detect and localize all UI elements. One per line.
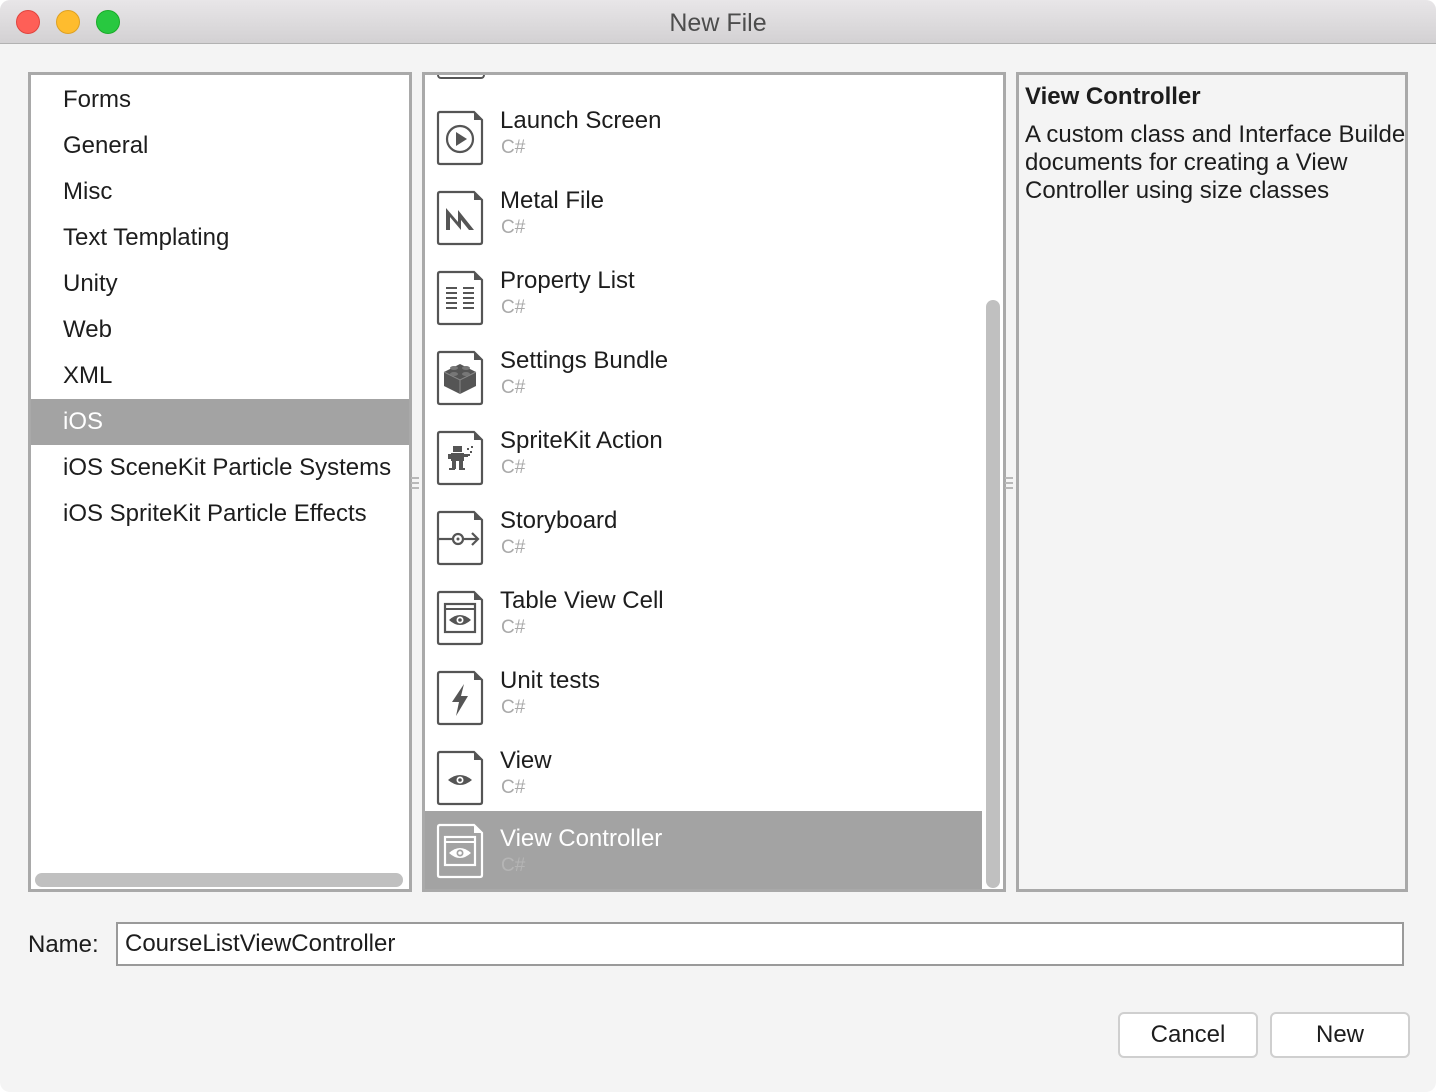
template-language: C# bbox=[501, 617, 526, 638]
category-item-unity[interactable]: Unity bbox=[31, 261, 409, 307]
template-language: C# bbox=[501, 697, 526, 718]
template-language: C# bbox=[501, 537, 526, 558]
template-item-table-view-cell[interactable]: Table View Cell C# bbox=[425, 583, 982, 663]
category-item-web[interactable]: Web bbox=[31, 307, 409, 353]
description-panel: View Controller A custom class and Inter… bbox=[1016, 72, 1408, 892]
name-label: Name: bbox=[28, 931, 99, 958]
template-item-property-list[interactable]: Property List C# bbox=[425, 263, 982, 343]
description-title: View Controller bbox=[1025, 83, 1201, 110]
splitter-handle-right[interactable] bbox=[1005, 477, 1013, 489]
window-title: New File bbox=[669, 9, 767, 37]
template-language: C# bbox=[501, 855, 526, 876]
template-name: View bbox=[500, 747, 552, 774]
category-item-ios[interactable]: iOS bbox=[31, 399, 409, 445]
template-name: Unit tests bbox=[500, 667, 601, 694]
sprite-character-icon bbox=[436, 430, 484, 486]
template-name: Launch Screen bbox=[500, 107, 662, 134]
window-eye-icon bbox=[436, 823, 484, 879]
category-item-xml[interactable]: XML bbox=[31, 353, 409, 399]
eye-icon bbox=[436, 750, 484, 806]
category-item-general[interactable]: General bbox=[31, 123, 409, 169]
template-item-view-controller[interactable]: View Controller C# bbox=[425, 811, 982, 889]
template-name: View Controller bbox=[500, 825, 663, 852]
template-name: Settings Bundle bbox=[500, 347, 669, 374]
template-list[interactable]: Launch Screen C# Metal File C# Property … bbox=[422, 72, 1006, 892]
lightning-icon bbox=[436, 670, 484, 726]
category-item-misc[interactable]: Misc bbox=[31, 169, 409, 215]
template-name: Storyboard bbox=[500, 507, 618, 534]
window-eye-icon bbox=[436, 590, 484, 646]
template-language: C# bbox=[501, 217, 526, 238]
description-body: A custom class and Interface Builder doc… bbox=[1025, 121, 1408, 204]
template-name: Property List bbox=[500, 267, 635, 294]
template-item-launch-screen[interactable]: Launch Screen C# bbox=[425, 103, 982, 183]
play-icon bbox=[436, 110, 484, 166]
template-language: C# bbox=[501, 777, 526, 798]
category-item-ios-spritekit-particle-effects[interactable]: iOS SpriteKit Particle Effects bbox=[31, 491, 409, 537]
splitter-handle-left[interactable] bbox=[411, 477, 419, 489]
category-item-ios-scenekit-particle-systems[interactable]: iOS SceneKit Particle Systems bbox=[31, 445, 409, 491]
property-list-icon bbox=[436, 270, 484, 326]
cancel-button[interactable]: Cancel bbox=[1118, 1012, 1258, 1058]
lego-brick-icon bbox=[436, 350, 484, 406]
category-item-forms[interactable]: Forms bbox=[31, 77, 409, 123]
new-button[interactable]: New bbox=[1270, 1012, 1410, 1058]
template-language: C# bbox=[501, 137, 526, 158]
template-name: SpriteKit Action bbox=[500, 427, 663, 454]
template-language: C# bbox=[501, 377, 526, 398]
template-item-settings-bundle[interactable]: Settings Bundle C# bbox=[425, 343, 982, 423]
template-item-unit-tests[interactable]: Unit tests C# bbox=[425, 663, 982, 743]
title-bar: New File bbox=[0, 0, 1436, 44]
template-name: Table View Cell bbox=[500, 587, 664, 614]
name-input[interactable] bbox=[116, 922, 1404, 966]
template-language: C# bbox=[501, 457, 526, 478]
template-item-metal-file[interactable]: Metal File C# bbox=[425, 183, 982, 263]
template-name: Metal File bbox=[500, 187, 605, 214]
metal-icon bbox=[436, 190, 484, 246]
storyboard-segue-icon bbox=[436, 510, 484, 566]
category-item-text-templating[interactable]: Text Templating bbox=[31, 215, 409, 261]
template-item-storyboard[interactable]: Storyboard C# bbox=[425, 503, 982, 583]
file-icon-partial bbox=[437, 75, 485, 79]
template-item-spritekit-action[interactable]: SpriteKit Action C# bbox=[425, 423, 982, 503]
new-file-dialog: New File Forms General Misc Text Templat… bbox=[0, 0, 1436, 1092]
horizontal-scrollbar[interactable] bbox=[35, 873, 403, 887]
vertical-scrollbar[interactable] bbox=[986, 300, 1000, 888]
category-list[interactable]: Forms General Misc Text Templating Unity… bbox=[28, 72, 412, 892]
template-language: C# bbox=[501, 297, 526, 318]
